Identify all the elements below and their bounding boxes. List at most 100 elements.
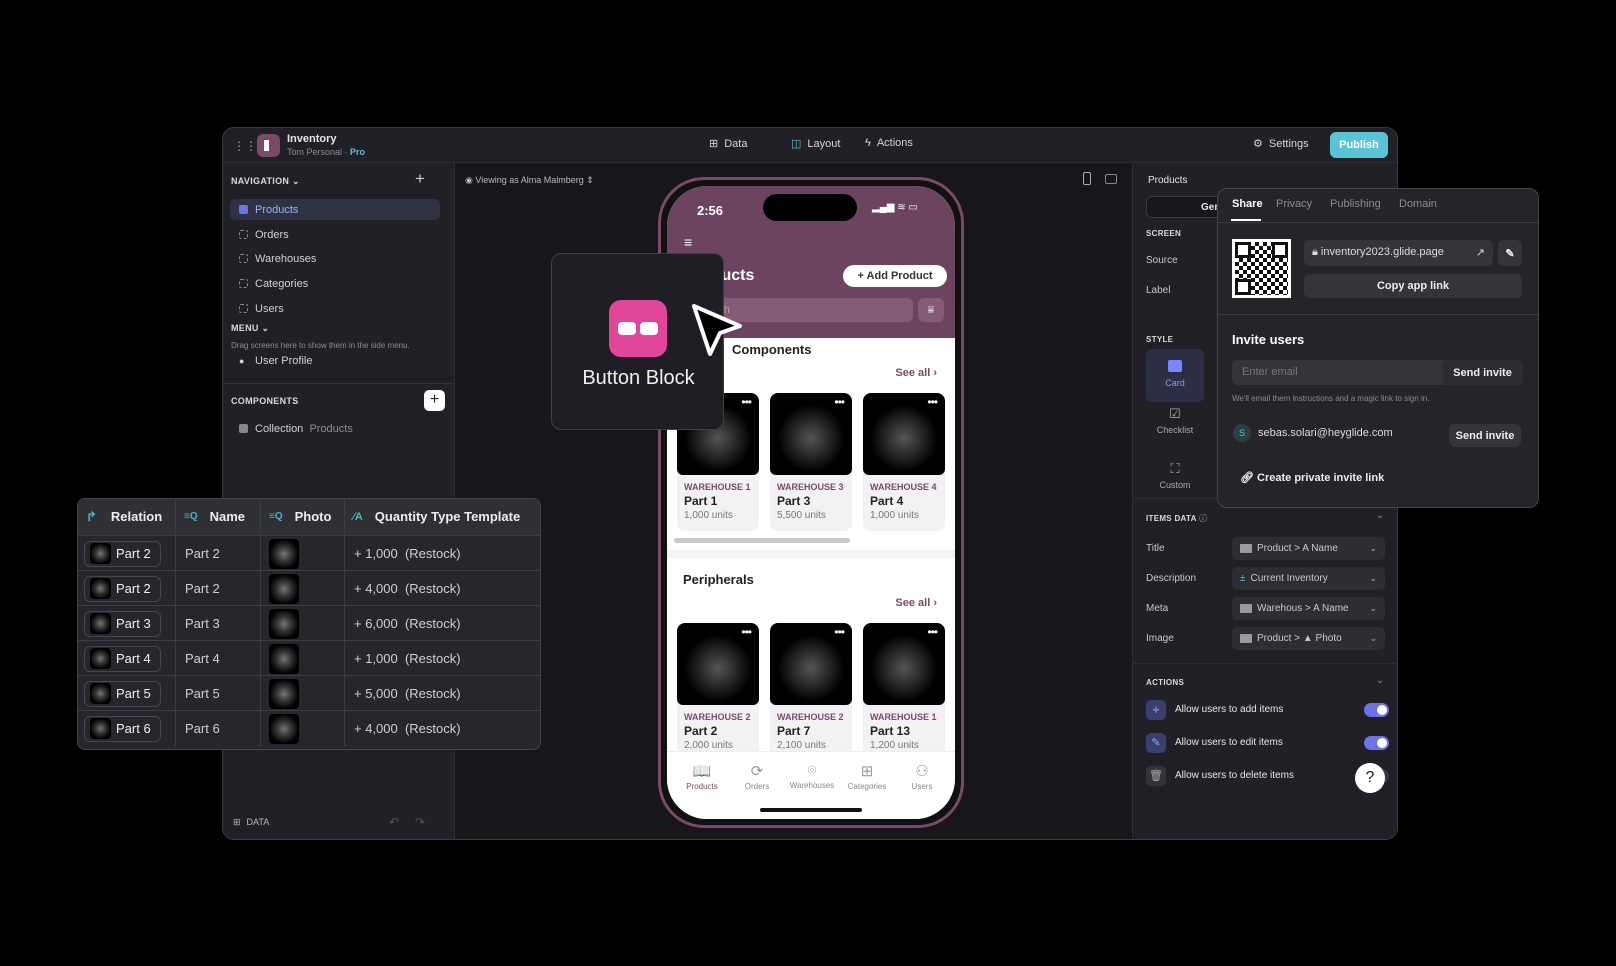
name-cell[interactable]: Part 2	[176, 571, 261, 606]
quantity-cell[interactable]: + 5,000 (Restock)	[345, 676, 540, 711]
table-row[interactable]: Part 2 Part 2 + 4,000 (Restock)	[78, 570, 540, 606]
table-row[interactable]: Part 4 Part 4 + 1,000 (Restock)	[78, 640, 540, 676]
style-checklist[interactable]: ☑ Checklist	[1146, 406, 1204, 435]
add-component-button[interactable]: +	[424, 390, 445, 411]
sidebar-item-user-profile[interactable]: ● User Profile	[230, 350, 440, 371]
apps-grid-icon[interactable]: ⋮⋮	[233, 139, 257, 153]
quantity-cell[interactable]: + 1,000 (Restock)	[345, 641, 540, 676]
menu-label[interactable]: MENU ⌄	[231, 323, 269, 334]
component-collection[interactable]: Collection Products	[230, 418, 440, 439]
publish-button[interactable]: Publish	[1330, 132, 1388, 158]
relation-chip[interactable]: Part 5	[84, 680, 161, 707]
phone-tab-users[interactable]: ⚇ Users	[893, 762, 951, 791]
table-row[interactable]: Part 6 Part 6 + 4,000 (Restock)	[78, 710, 540, 746]
tab-actions[interactable]: ϟ Actions	[865, 137, 913, 149]
relation-chip[interactable]: Part 6	[84, 715, 161, 742]
sidebar-item-categories[interactable]: Categories	[230, 273, 440, 294]
relation-cell[interactable]: Part 4	[78, 641, 176, 676]
column-relation[interactable]: ↱ Relation	[78, 499, 176, 534]
sidebar-item-users[interactable]: Users	[230, 298, 440, 319]
style-custom[interactable]: ⛶ Custom	[1146, 461, 1204, 490]
name-cell[interactable]: Part 4	[176, 641, 261, 676]
image-dropdown[interactable]: Product > ▲ Photo ⌄	[1232, 627, 1385, 650]
tab-layout[interactable]: ◫ Layout	[785, 137, 846, 151]
sidebar-item-warehouses[interactable]: Warehouses	[230, 248, 440, 269]
product-card[interactable]: ••• WAREHOUSE 3 Part 3 5,500 units	[770, 393, 852, 531]
column-photo[interactable]: ≡Q Photo	[261, 499, 345, 534]
relation-cell[interactable]: Part 2	[78, 571, 176, 606]
photo-cell[interactable]	[261, 536, 345, 571]
viewing-as-selector[interactable]: ◉ Viewing as Alma Malmberg ⇕	[465, 175, 594, 186]
relation-cell[interactable]: Part 2	[78, 536, 176, 571]
phone-tab-products[interactable]: 📖 Products	[673, 762, 731, 791]
name-cell[interactable]: Part 5	[176, 676, 261, 711]
horizontal-scrollbar[interactable]	[674, 538, 850, 543]
photo-cell[interactable]	[261, 571, 345, 606]
edit-url-button[interactable]: ✎	[1498, 240, 1522, 266]
help-button[interactable]: ?	[1355, 763, 1385, 793]
sidebar-item-products[interactable]: Products	[230, 199, 440, 220]
quantity-cell[interactable]: + 4,000 (Restock)	[345, 711, 540, 746]
tab-publishing[interactable]: Publishing	[1330, 198, 1381, 210]
add-screen-icon[interactable]: +	[415, 169, 425, 189]
external-link-icon[interactable]: ↗	[1476, 246, 1485, 259]
column-name[interactable]: ≡Q Name	[176, 499, 261, 534]
product-card[interactable]: ••• WAREHOUSE 4 Part 4 1,000 units	[863, 393, 945, 531]
column-quantity-type-template[interactable]: ⁄A Quantity Type Template	[345, 499, 540, 534]
tab-share[interactable]: Share	[1232, 198, 1263, 210]
chevron-down-icon[interactable]: ⌄	[1376, 510, 1384, 521]
create-private-invite-link[interactable]: 🔗︎ Create private invite link	[1240, 471, 1384, 484]
copy-app-link-button[interactable]: Copy app link	[1304, 274, 1522, 298]
phone-tab-orders[interactable]: ⟳ Orders	[728, 762, 786, 791]
product-card[interactable]: ••• WAREHOUSE 1 Part 13 1,200 units	[863, 623, 945, 761]
sidebar-item-orders[interactable]: Orders	[230, 224, 440, 245]
name-cell[interactable]: Part 3	[176, 606, 261, 641]
relation-cell[interactable]: Part 3	[78, 606, 176, 641]
photo-cell[interactable]	[261, 676, 345, 711]
items-data-label[interactable]: ITEMS DATA ⓘ	[1146, 513, 1207, 524]
phone-tab-warehouses[interactable]: ⌾ Warehouses	[783, 762, 841, 790]
navigation-label[interactable]: NAVIGATION ⌄	[231, 176, 300, 187]
send-invite-button[interactable]: Send invite	[1442, 360, 1523, 385]
see-all-link[interactable]: See all ›	[895, 367, 937, 379]
app-url-field[interactable]: 🔒︎ inventory2023.glide.page ↗	[1304, 240, 1493, 266]
style-card[interactable]: Card	[1146, 349, 1204, 402]
product-card[interactable]: ••• WAREHOUSE 2 Part 7 2,100 units	[770, 623, 852, 761]
relation-chip[interactable]: Part 4	[84, 645, 161, 672]
hamburger-menu-icon[interactable]: ≡	[684, 234, 692, 250]
photo-cell[interactable]	[261, 711, 345, 746]
table-row[interactable]: Part 5 Part 5 + 5,000 (Restock)	[78, 675, 540, 711]
relation-chip[interactable]: Part 3	[84, 610, 161, 637]
filter-icon[interactable]: ⩸	[918, 298, 944, 322]
undo-icon[interactable]: ↶	[389, 815, 399, 829]
name-cell[interactable]: Part 6	[176, 711, 261, 746]
mobile-preview-icon[interactable]	[1083, 172, 1091, 185]
description-dropdown[interactable]: ± Current Inventory ⌄	[1232, 567, 1385, 590]
tab-domain[interactable]: Domain	[1399, 198, 1437, 210]
quantity-cell[interactable]: + 4,000 (Restock)	[345, 571, 540, 606]
chevron-down-icon[interactable]: ⌄	[1376, 675, 1384, 686]
relation-chip[interactable]: Part 2	[84, 540, 161, 567]
relation-cell[interactable]: Part 6	[78, 711, 176, 746]
send-invite-button[interactable]: Send invite	[1449, 424, 1521, 447]
title-dropdown[interactable]: Product > A Name ⌄	[1232, 537, 1385, 560]
photo-cell[interactable]	[261, 641, 345, 676]
redo-icon[interactable]: ↷	[415, 815, 425, 829]
tablet-preview-icon[interactable]	[1105, 174, 1117, 184]
photo-cell[interactable]	[261, 606, 345, 641]
add-items-toggle[interactable]	[1364, 703, 1389, 717]
quantity-cell[interactable]: + 1,000 (Restock)	[345, 536, 540, 571]
relation-cell[interactable]: Part 5	[78, 676, 176, 711]
table-row[interactable]: Part 2 Part 2 + 1,000 (Restock)	[78, 535, 540, 571]
quantity-cell[interactable]: + 6,000 (Restock)	[345, 606, 540, 641]
add-product-button[interactable]: + Add Product	[843, 265, 947, 287]
name-cell[interactable]: Part 2	[176, 536, 261, 571]
relation-chip[interactable]: Part 2	[84, 575, 161, 602]
see-all-link[interactable]: See all ›	[895, 597, 937, 609]
settings-button[interactable]: ⚙ Settings	[1253, 137, 1309, 151]
edit-items-toggle[interactable]	[1364, 736, 1389, 750]
data-footer-button[interactable]: ⊞ DATA	[233, 817, 269, 828]
phone-tab-categories[interactable]: ⊞ Categories	[838, 762, 896, 791]
tab-privacy[interactable]: Privacy	[1276, 198, 1312, 210]
product-card[interactable]: ••• WAREHOUSE 2 Part 2 2,000 units	[677, 623, 759, 761]
